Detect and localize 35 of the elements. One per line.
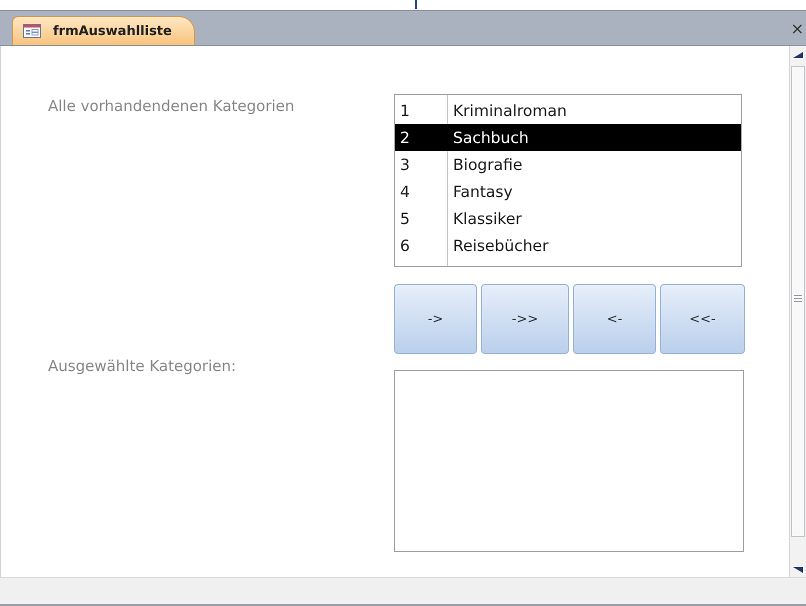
list-item[interactable]: 3 Biografie <box>395 151 741 178</box>
list-item[interactable]: 5 Klassiker <box>395 205 741 232</box>
grip-icon <box>794 295 802 302</box>
move-button[interactable]: ->> <box>481 284 569 354</box>
category-id: 2 <box>399 128 411 146</box>
category-list[interactable]: 1 Kriminalroman 2 Sachbuch 3 Biografie 4 Fantasy 5 Klassiker 6 Reisebücher <box>394 94 742 267</box>
list-item[interactable]: 1 Kriminalroman <box>395 97 741 124</box>
category-id: 4 <box>399 182 411 200</box>
scroll-down-icon[interactable] <box>793 567 803 573</box>
category-name: Fantasy <box>452 182 513 200</box>
selected-list[interactable] <box>394 370 744 552</box>
form-icon <box>23 24 41 38</box>
category-id: 3 <box>399 156 411 174</box>
list-item[interactable]: 2 Sachbuch <box>395 124 741 151</box>
scroll-thumb[interactable] <box>791 66 805 537</box>
vertical-scrollbar[interactable] <box>789 46 806 577</box>
move-button[interactable]: <- <box>573 284 656 354</box>
category-name: Biografie <box>452 156 522 174</box>
move-button[interactable]: -> <box>394 284 477 354</box>
list-item[interactable]: 4 Fantasy <box>395 178 741 205</box>
scroll-up-icon[interactable] <box>793 52 803 58</box>
document-tab[interactable]: frmAuswahlliste <box>12 16 195 45</box>
field-label: Alle vorhandendenen Kategorien <box>48 96 296 117</box>
category-name: Kriminalroman <box>452 102 567 120</box>
split-marker <box>415 0 417 9</box>
category-id: 1 <box>399 102 411 120</box>
close-button[interactable]: × <box>790 18 806 38</box>
list-item[interactable]: 6 Reisebücher <box>395 232 741 259</box>
category-id: 5 <box>399 210 411 228</box>
category-name: Reisebücher <box>452 236 548 254</box>
category-id: 6 <box>399 236 411 254</box>
category-name: Klassiker <box>452 210 522 228</box>
field-label: Ausgewählte Kategorien: <box>48 356 238 377</box>
category-name: Sachbuch <box>452 128 529 146</box>
move-button[interactable]: <<- <box>660 284 745 354</box>
